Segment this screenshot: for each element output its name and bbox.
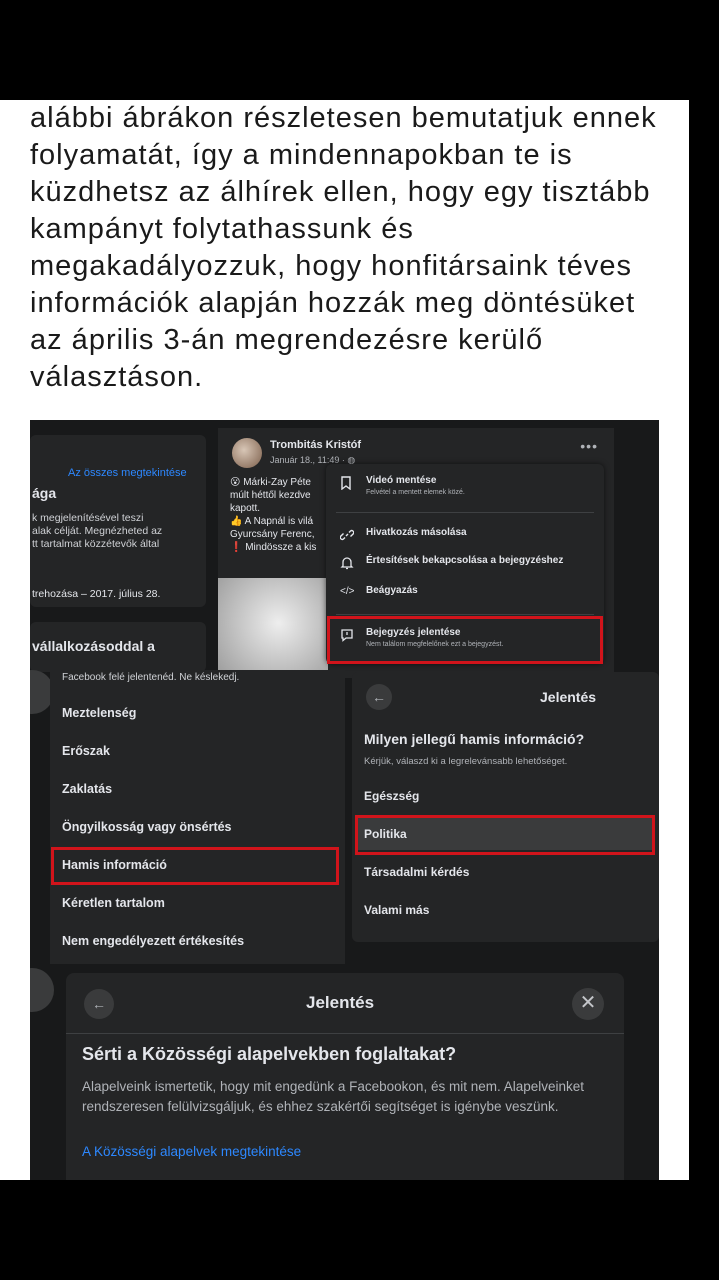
dialog-question: Sérti a Közösségi alapelvekben foglaltak… [82,1044,457,1064]
report-instruction-text: Facebook felé jelentenéd. Ne késlekedj. [62,672,240,683]
bookmark-icon [340,476,354,491]
page-created-date: trehozása – 2017. július 28. [32,588,161,600]
panel-title: Jelentés [540,689,597,705]
menu-item-embed[interactable]: </> Beágyazás [326,582,604,610]
menu-item-copy-link[interactable]: Hivatkozás másolása [326,524,604,552]
menu-item-label: Értesítések bekapcsolása a bejegyzéshez [366,555,564,566]
highlight-politics [355,815,655,855]
menu-item-notifications[interactable]: Értesítések bekapcsolása a bejegyzéshez [326,552,604,580]
menu-item-label: Hivatkozás másolása [366,527,467,538]
article-line: folyamatát, így a mindennapokban te is [30,139,573,171]
dialog-title: Jelentés [306,993,375,1012]
article-page: alábbi ábrákon részletesen bemutatjuk en… [0,100,689,1180]
menu-divider [336,614,594,615]
report-option[interactable]: Erőszak [62,744,110,758]
post-text: 😮 Márki-Zay Pétе múlt héttől kezdve kapo… [230,477,317,553]
page-info-description: k megjelenítésével teszi alak célját. Me… [32,512,163,550]
page-info-title: ága [32,485,57,501]
dialog-paragraph: Alapelveink ismertetik, hogy mit engedün… [82,1079,585,1114]
close-icon[interactable]: ✕ [572,988,604,1020]
highlight-false-information [51,847,339,885]
panel-subtitle: Kérjük, válaszd ki a legrelevánsabb lehe… [364,756,568,767]
dialog-divider [66,1033,624,1034]
info-type-option[interactable]: Társadalmi kérdés [364,865,469,879]
article-line: választáson. [30,361,204,393]
highlight-report-post [327,616,603,664]
menu-item-label: Beágyazás [366,585,418,596]
false-info-type-panel: ← Jelentés Milyen jellegű hamis informác… [352,672,659,942]
menu-item-sub: Felvétel a mentett elemek közé. [366,489,465,496]
post-video-thumbnail[interactable] [218,578,328,678]
bell-icon [340,556,354,570]
article-line: kampányt folytathassunk és [30,213,414,245]
page-info-card: Az összes megtekintése ága k megjeleníté… [30,435,206,607]
avatar [30,968,54,1012]
article-line: alábbi ábrákon részletesen bemutatjuk en… [30,102,657,134]
report-option[interactable]: Öngyilkosság vagy önsértés [62,820,232,834]
report-reason-list: Facebook felé jelentenéd. Ne késlekedj. … [50,670,345,964]
report-option[interactable]: Nem engedélyezett értékesítés [62,934,244,948]
article-line: megakadályozzuk, hogy honfitársaink téve… [30,250,632,282]
article-line: küzdhetsz az álhírek ellen, hogy egy tis… [30,176,651,208]
business-section-title: vállalkozásoddal a [32,638,155,654]
report-option[interactable]: Zaklatás [62,782,112,796]
more-options-icon[interactable]: ••• [580,438,598,454]
menu-divider [336,512,594,513]
post-author[interactable]: Trombitás Kristóf [270,439,361,451]
menu-item-save-video[interactable]: Videó mentése Felvétel a mentett elemek … [326,472,604,500]
article-line: információk alapján hozzák meg döntésüke… [30,287,636,319]
back-arrow-icon[interactable]: ← [84,989,114,1019]
embed-icon: </> [340,586,355,597]
report-option[interactable]: Meztelenség [62,706,136,720]
see-all-link[interactable]: Az összes megtekintése [68,467,187,479]
report-option[interactable]: Kéretlen tartalom [62,896,165,910]
facebook-report-screenshot: Az összes megtekintése ága k megjeleníté… [30,420,659,1180]
article-paragraph: alábbi ábrákon részletesen bemutatjuk en… [30,100,670,396]
menu-item-label: Videó mentése [366,475,437,486]
community-standards-link[interactable]: A Közösségi alapelvek megtekintése [82,1144,301,1159]
article-line: az április 3-án megrendezésre kerülő [30,324,544,356]
info-type-option[interactable]: Valami más [364,903,429,917]
back-arrow-icon[interactable]: ← [366,684,392,710]
community-standards-dialog: ← Jelentés ✕ Sérti a Közösségi alapelvek… [66,973,624,1180]
business-section-card: vállalkozásoddal a [30,622,206,672]
avatar[interactable] [232,438,262,468]
panel-question: Milyen jellegű hamis információ? [364,731,585,747]
info-type-option[interactable]: Egészség [364,789,419,803]
link-icon [339,528,355,542]
